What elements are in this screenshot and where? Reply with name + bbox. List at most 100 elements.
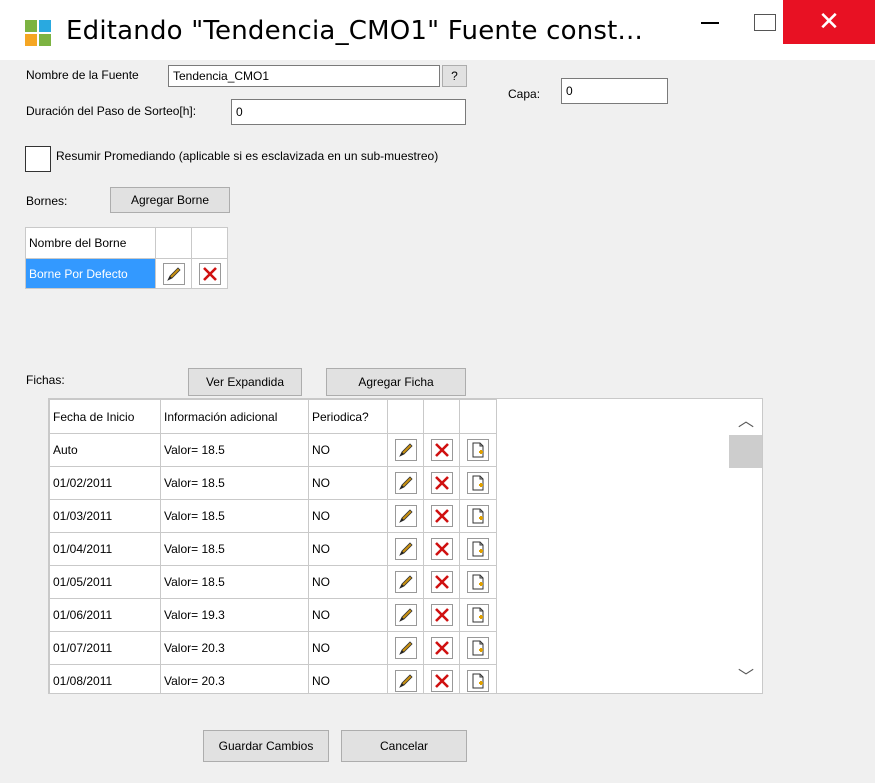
clone-cell[interactable]: [459, 499, 497, 533]
edit-icon[interactable]: [394, 505, 417, 527]
borne-name-cell[interactable]: Borne Por Defecto: [25, 258, 156, 289]
ficha-periodic-cell[interactable]: NO: [308, 664, 388, 693]
edit-cell[interactable]: [387, 433, 424, 467]
ficha-row[interactable]: 01/04/2011 Valor= 18.5 NO: [49, 532, 497, 566]
edit-cell[interactable]: [387, 631, 424, 665]
delete-cell[interactable]: [423, 532, 460, 566]
ficha-periodic-cell[interactable]: NO: [308, 565, 388, 599]
delete-icon[interactable]: [198, 262, 221, 285]
clone-icon[interactable]: [467, 439, 489, 461]
delete-cell[interactable]: [423, 466, 460, 500]
clone-cell[interactable]: [459, 631, 497, 665]
scroll-down-icon[interactable]: ﹀: [738, 663, 754, 687]
delete-cell[interactable]: [423, 565, 460, 599]
close-button[interactable]: ✕: [783, 0, 875, 44]
ficha-periodic-cell[interactable]: NO: [308, 466, 388, 500]
clone-cell[interactable]: [459, 532, 497, 566]
edit-icon[interactable]: [394, 439, 417, 461]
title-bar[interactable]: Editando "Tendencia_CMO1" Fuente const..…: [0, 0, 875, 60]
edit-cell[interactable]: [387, 565, 424, 599]
ficha-row[interactable]: 01/08/2011 Valor= 20.3 NO: [49, 664, 497, 693]
clone-cell[interactable]: [459, 433, 497, 467]
clone-icon[interactable]: [467, 571, 489, 593]
source-name-input[interactable]: Tendencia_CMO1: [168, 65, 440, 87]
edit-icon[interactable]: [394, 538, 417, 560]
edit-cell[interactable]: [387, 499, 424, 533]
view-expanded-button[interactable]: Ver Expandida: [188, 368, 302, 396]
scroll-thumb[interactable]: [729, 435, 762, 468]
minimize-button[interactable]: [680, 0, 740, 44]
ficha-row[interactable]: 01/05/2011 Valor= 18.5 NO: [49, 565, 497, 599]
ficha-info-cell[interactable]: Valor= 18.5: [160, 532, 309, 566]
borne-edit-cell[interactable]: [155, 258, 192, 289]
delete-cell[interactable]: [423, 631, 460, 665]
borne-row[interactable]: Borne Por Defecto: [25, 258, 228, 289]
ficha-periodic-cell[interactable]: NO: [308, 532, 388, 566]
clone-icon[interactable]: [467, 637, 489, 659]
summary-checkbox[interactable]: [25, 146, 51, 172]
ficha-date-cell[interactable]: 01/07/2011: [49, 631, 161, 665]
edit-icon[interactable]: [162, 262, 185, 285]
delete-cell[interactable]: [423, 598, 460, 632]
ficha-date-cell[interactable]: 01/08/2011: [49, 664, 161, 693]
ficha-periodic-cell[interactable]: NO: [308, 598, 388, 632]
ficha-periodic-cell[interactable]: NO: [308, 499, 388, 533]
ficha-info-cell[interactable]: Valor= 19.3: [160, 598, 309, 632]
edit-icon[interactable]: [394, 472, 417, 494]
delete-icon[interactable]: [430, 538, 453, 560]
borne-delete-cell[interactable]: [191, 258, 228, 289]
add-ficha-button[interactable]: Agregar Ficha: [326, 368, 466, 396]
clone-icon[interactable]: [467, 604, 489, 626]
delete-icon[interactable]: [430, 472, 453, 494]
layer-input[interactable]: 0: [561, 78, 668, 104]
ficha-date-cell[interactable]: 01/04/2011: [49, 532, 161, 566]
add-borne-button[interactable]: Agregar Borne: [110, 187, 230, 213]
delete-icon[interactable]: [430, 505, 453, 527]
ficha-date-cell[interactable]: 01/02/2011: [49, 466, 161, 500]
delete-icon[interactable]: [430, 604, 453, 626]
ficha-info-cell[interactable]: Valor= 20.3: [160, 631, 309, 665]
edit-cell[interactable]: [387, 598, 424, 632]
clone-icon[interactable]: [467, 505, 489, 527]
step-duration-input[interactable]: 0: [231, 99, 466, 125]
delete-icon[interactable]: [430, 637, 453, 659]
ficha-date-cell[interactable]: 01/03/2011: [49, 499, 161, 533]
delete-icon[interactable]: [430, 439, 453, 461]
ficha-row[interactable]: 01/02/2011 Valor= 18.5 NO: [49, 466, 497, 500]
ficha-periodic-cell[interactable]: NO: [308, 433, 388, 467]
ficha-info-cell[interactable]: Valor= 18.5: [160, 466, 309, 500]
ficha-row[interactable]: 01/06/2011 Valor= 19.3 NO: [49, 598, 497, 632]
scroll-up-icon[interactable]: ︿: [738, 407, 754, 431]
edit-cell[interactable]: [387, 466, 424, 500]
ficha-date-cell[interactable]: 01/05/2011: [49, 565, 161, 599]
edit-icon[interactable]: [394, 637, 417, 659]
fichas-scrollbar[interactable]: ︿ ﹀: [729, 399, 762, 693]
ficha-periodic-cell[interactable]: NO: [308, 631, 388, 665]
delete-cell[interactable]: [423, 433, 460, 467]
ficha-info-cell[interactable]: Valor= 18.5: [160, 433, 309, 467]
delete-cell[interactable]: [423, 499, 460, 533]
ficha-date-cell[interactable]: 01/06/2011: [49, 598, 161, 632]
cancel-button[interactable]: Cancelar: [341, 730, 467, 762]
ficha-row[interactable]: 01/03/2011 Valor= 18.5 NO: [49, 499, 497, 533]
edit-cell[interactable]: [387, 664, 424, 693]
edit-icon[interactable]: [394, 670, 417, 692]
save-button[interactable]: Guardar Cambios: [203, 730, 329, 762]
clone-cell[interactable]: [459, 565, 497, 599]
clone-icon[interactable]: [467, 472, 489, 494]
clone-cell[interactable]: [459, 466, 497, 500]
clone-icon[interactable]: [467, 670, 489, 692]
edit-icon[interactable]: [394, 604, 417, 626]
edit-icon[interactable]: [394, 571, 417, 593]
clone-cell[interactable]: [459, 598, 497, 632]
clone-cell[interactable]: [459, 664, 497, 693]
delete-cell[interactable]: [423, 664, 460, 693]
delete-icon[interactable]: [430, 670, 453, 692]
ficha-row[interactable]: Auto Valor= 18.5 NO: [49, 433, 497, 467]
ficha-info-cell[interactable]: Valor= 18.5: [160, 499, 309, 533]
help-button[interactable]: ?: [442, 65, 467, 87]
clone-icon[interactable]: [467, 538, 489, 560]
delete-icon[interactable]: [430, 571, 453, 593]
ficha-date-cell[interactable]: Auto: [49, 433, 161, 467]
edit-cell[interactable]: [387, 532, 424, 566]
